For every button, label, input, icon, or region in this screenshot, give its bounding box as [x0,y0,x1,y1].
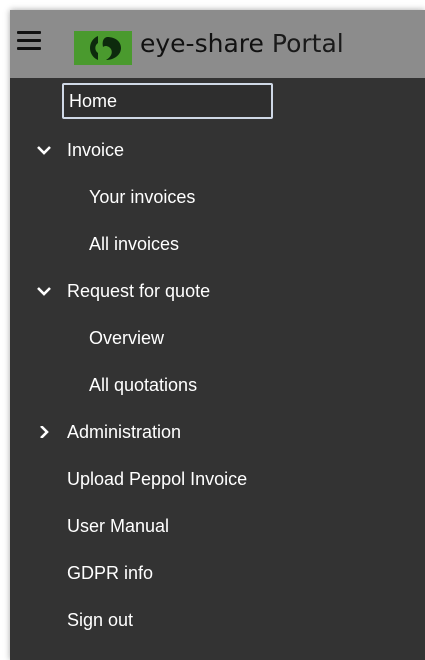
navigation-drawer: eye-share Portal Home Invoice Your invoic… [10,10,425,660]
nav-item-user-manual[interactable]: User Manual [10,506,425,546]
nav-group-invoice[interactable]: Invoice [10,130,425,170]
chevron-right-icon [40,426,49,438]
nav-item-gdpr-info[interactable]: GDPR info [10,553,425,593]
nav-item-upload-peppol-invoice-label: Upload Peppol Invoice [67,469,248,489]
brand-suffix: Portal [271,29,344,58]
home-focus-box[interactable]: Home [62,83,273,119]
nav-group-administration[interactable]: Administration [10,412,425,452]
portal-brand: eye-share Portal [140,26,344,62]
nav-item-upload-peppol-invoice[interactable]: Upload Peppol Invoice [10,459,425,499]
nav-item-all-quotations[interactable]: All quotations [10,365,425,405]
nav-item-home[interactable]: Home [10,78,425,119]
brand-name: eye-share [140,29,264,58]
nav-group-request-for-quote-label: Request for quote [67,281,211,301]
eye-share-logo-icon [74,31,132,65]
nav-item-your-invoices-label: Your invoices [89,187,196,207]
nav-item-overview-label: Overview [89,328,165,348]
nav-group-request-for-quote[interactable]: Request for quote [10,271,425,311]
nav-item-all-invoices-label: All invoices [89,234,180,254]
nav-item-user-manual-label: User Manual [67,516,170,536]
nav-item-home-label: Home [69,91,118,111]
page: eye-share Portal Home Invoice Your invoic… [0,0,425,660]
nav-group-invoice-label: Invoice [67,140,125,160]
nav-item-your-invoices[interactable]: Your invoices [10,177,425,217]
nav-item-sign-out-label: Sign out [67,610,134,630]
chevron-down-icon [37,287,51,296]
nav-item-gdpr-info-label: GDPR info [67,563,154,583]
nav-item-sign-out[interactable]: Sign out [10,600,425,640]
nav-group-administration-label: Administration [67,422,182,442]
portal-header: eye-share Portal [10,10,425,78]
nav-item-all-invoices[interactable]: All invoices [10,224,425,264]
nav-item-all-quotations-label: All quotations [89,375,198,395]
nav-item-overview[interactable]: Overview [10,318,425,358]
chevron-down-icon [37,146,51,155]
hamburger-menu-icon[interactable] [17,31,41,51]
